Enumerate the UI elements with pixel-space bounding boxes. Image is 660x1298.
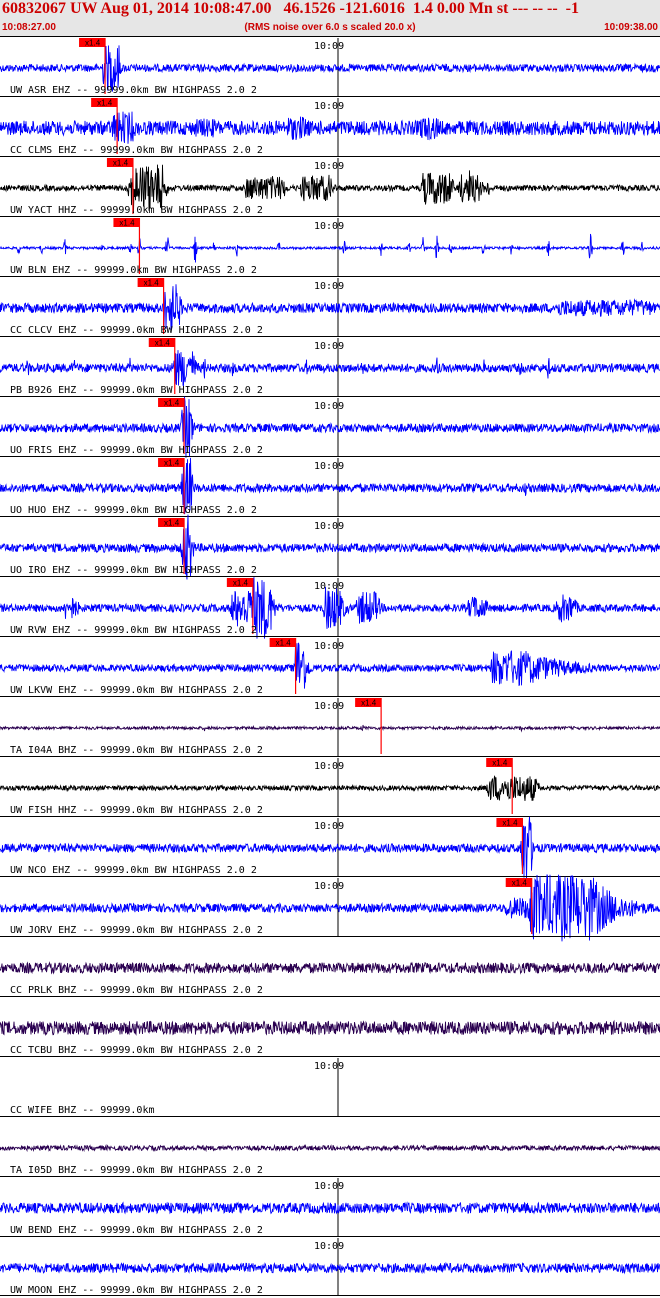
trace-panel: 10:09 CC WIFE BHZ -- 99999.0km xyxy=(0,1056,660,1116)
pick-label: x1.4 xyxy=(233,579,249,588)
waveform xyxy=(0,350,660,387)
trace-panel: 10:09 x1.4 UW BLN EHZ -- 99999.0km BW HIGH… xyxy=(0,216,660,276)
subtitle: (RMS noise over 6.0 s scaled 20.0 x) xyxy=(244,22,416,33)
end-time: 10:09:38.00 xyxy=(604,22,658,33)
minute-label: 10:09 xyxy=(314,401,344,412)
pick-label: x1.4 xyxy=(361,699,377,708)
trace-panel: 10:09 x1.4 UW RVW EHZ -- 99999.0km BW HIGH… xyxy=(0,576,660,639)
station-label: UW MOON EHZ -- 99999.0km BW HIGHPASS 2.0… xyxy=(10,1285,263,1296)
station-label: UW YACT HHZ -- 99999.0km BW HIGHPASS 2.0… xyxy=(10,205,263,216)
minute-label: 10:09 xyxy=(314,341,344,352)
seismogram-plot: 10:09 x1.4 UW ASR EHZ -- 99999.0km BW HIGH… xyxy=(0,36,660,1296)
waveform xyxy=(0,1201,660,1215)
station-label: CC CLCV EHZ -- 99999.0km BW HIGHPASS 2.0… xyxy=(10,325,263,336)
trace-panel: CC PRLK BHZ -- 99999.0km BW HIGHPASS 2.0… xyxy=(0,936,660,996)
station-label: UW FISH HHZ -- 99999.0km BW HIGHPASS 2.0… xyxy=(10,805,263,816)
pick-label: x1.4 xyxy=(85,39,101,48)
pick-label: x1.4 xyxy=(155,339,171,348)
pick-label: x1.4 xyxy=(276,639,292,648)
waveform xyxy=(0,961,660,975)
station-label: CC CLMS EHZ -- 99999.0km BW HIGHPASS 2.0… xyxy=(10,145,263,156)
waveform xyxy=(0,775,660,801)
station-label: CC WIFE BHZ -- 99999.0km xyxy=(10,1105,155,1116)
station-label: CC TCBU BHZ -- 99999.0km BW HIGHPASS 2.0… xyxy=(10,1045,263,1056)
waveform xyxy=(0,233,660,263)
trace-panel: 10:09 x1.4 UW ASR EHZ -- 99999.0km BW HIGH… xyxy=(0,36,660,96)
start-time: 10:08:27.00 xyxy=(2,22,56,33)
trace-panel: 10:09 x1.4 PB B926 EHZ -- 99999.0km BW HIG… xyxy=(0,336,660,396)
pick-label: x1.4 xyxy=(119,219,135,228)
minute-label: 10:09 xyxy=(314,581,344,592)
trace-panel: 10:09 x1.4 UW JORV EHZ -- 99999.0km BW HIG… xyxy=(0,874,660,942)
station-label: UW ASR EHZ -- 99999.0km BW HIGHPASS 2.0 … xyxy=(10,85,257,96)
pick-label: x1.4 xyxy=(164,459,180,468)
minute-label: 10:09 xyxy=(314,881,344,892)
pick-label: x1.4 xyxy=(164,519,180,528)
station-label: UW NCO EHZ -- 99999.0km BW HIGHPASS 2.0 … xyxy=(10,865,257,876)
pick-label: x1.4 xyxy=(512,879,528,888)
waveform xyxy=(0,1143,660,1153)
minute-label: 10:09 xyxy=(314,1181,344,1192)
pick-label: x1.4 xyxy=(164,399,180,408)
waveform xyxy=(0,724,660,733)
trace-panel: 10:09 x1.4 UW YACT HHZ -- 99999.0km BW HIG… xyxy=(0,156,660,216)
station-label: UW JORV EHZ -- 99999.0km BW HIGHPASS 2.0… xyxy=(10,925,263,936)
minute-label: 10:09 xyxy=(314,1061,344,1072)
trace-panel: 10:09 UW MOON EHZ -- 99999.0km BW HIGHPAS… xyxy=(0,1236,660,1296)
station-label: PB B926 EHZ -- 99999.0km BW HIGHPASS 2.0… xyxy=(10,385,263,396)
trace-panel: TA I05D BHZ -- 99999.0km BW HIGHPASS 2.0… xyxy=(0,1116,660,1176)
station-label: UW BEND EHZ -- 99999.0km BW HIGHPASS 2.0… xyxy=(10,1225,263,1236)
station-label: UO FRIS EHZ -- 99999.0km BW HIGHPASS 2.0… xyxy=(10,445,263,456)
trace-panel: 10:09 x1.4 CC CLMS EHZ -- 99999.0km BW HIG… xyxy=(0,96,660,156)
station-label: UO IRO EHZ -- 99999.0km BW HIGHPASS 2.0 … xyxy=(10,565,257,576)
minute-label: 10:09 xyxy=(314,1241,344,1252)
minute-label: 10:09 xyxy=(314,41,344,52)
event-title: 60832067 UW Aug 01, 2014 10:08:47.00 46.… xyxy=(2,0,579,17)
station-label: UW RVW EHZ -- 99999.0km BW HIGHPASS 2.0 … xyxy=(10,625,257,636)
trace-panel: 10:09 x1.4 UW NCO EHZ -- 99999.0km BW HIGH… xyxy=(0,816,660,881)
minute-label: 10:09 xyxy=(314,521,344,532)
trace-panel: 10:09 x1.4 UO FRIS EHZ -- 99999.0km BW HIG… xyxy=(0,396,660,458)
station-label: TA I05D BHZ -- 99999.0km BW HIGHPASS 2.0… xyxy=(10,1165,263,1176)
trace-panel: 10:09 x1.4 UW FISH HHZ -- 99999.0km BW HIG… xyxy=(0,756,660,816)
trace-panel: 10:09 x1.4 UW LKVW EHZ -- 99999.0km BW HIG… xyxy=(0,636,660,696)
minute-label: 10:09 xyxy=(314,281,344,292)
pick-label: x1.4 xyxy=(502,819,518,828)
trace-panel: 10:09 x1.4 TA I04A BHZ -- 99999.0km BW HIG… xyxy=(0,696,660,756)
trace-panel: 10:09 x1.4 CC CLCV EHZ -- 99999.0km BW HIG… xyxy=(0,276,660,336)
pick-label: x1.4 xyxy=(113,159,129,168)
station-label: UO HUO EHZ -- 99999.0km BW HIGHPASS 2.0 … xyxy=(10,505,257,516)
station-label: TA I04A BHZ -- 99999.0km BW HIGHPASS 2.0… xyxy=(10,745,263,756)
minute-label: 10:09 xyxy=(314,461,344,472)
station-label: UW BLN EHZ -- 99999.0km BW HIGHPASS 2.0 … xyxy=(10,265,257,276)
waveform xyxy=(0,1261,660,1275)
station-label: CC PRLK BHZ -- 99999.0km BW HIGHPASS 2.0… xyxy=(10,985,263,996)
pick-label: x1.4 xyxy=(492,759,508,768)
trace-panel: 10:09 x1.4 UO HUO EHZ -- 99999.0km BW HIGH… xyxy=(0,456,660,516)
minute-label: 10:09 xyxy=(314,641,344,652)
trace-panel: CC TCBU BHZ -- 99999.0km BW HIGHPASS 2.0… xyxy=(0,996,660,1056)
pick-label: x1.4 xyxy=(97,99,113,108)
minute-label: 10:09 xyxy=(314,701,344,712)
waveform xyxy=(0,111,660,144)
trace-panel: 10:09 UW BEND EHZ -- 99999.0km BW HIGHPAS… xyxy=(0,1176,660,1236)
station-label: UW LKVW EHZ -- 99999.0km BW HIGHPASS 2.0… xyxy=(10,685,263,696)
header: 60832067 UW Aug 01, 2014 10:08:47.00 46.… xyxy=(0,0,660,36)
pick-label: x1.4 xyxy=(144,279,160,288)
minute-label: 10:09 xyxy=(314,821,344,832)
minute-label: 10:09 xyxy=(314,161,344,172)
waveform xyxy=(0,1019,660,1037)
minute-label: 10:09 xyxy=(314,101,344,112)
minute-label: 10:09 xyxy=(314,221,344,232)
trace-panel: 10:09 x1.4 UO IRO EHZ -- 99999.0km BW HIGH… xyxy=(0,514,660,580)
minute-label: 10:09 xyxy=(314,761,344,772)
